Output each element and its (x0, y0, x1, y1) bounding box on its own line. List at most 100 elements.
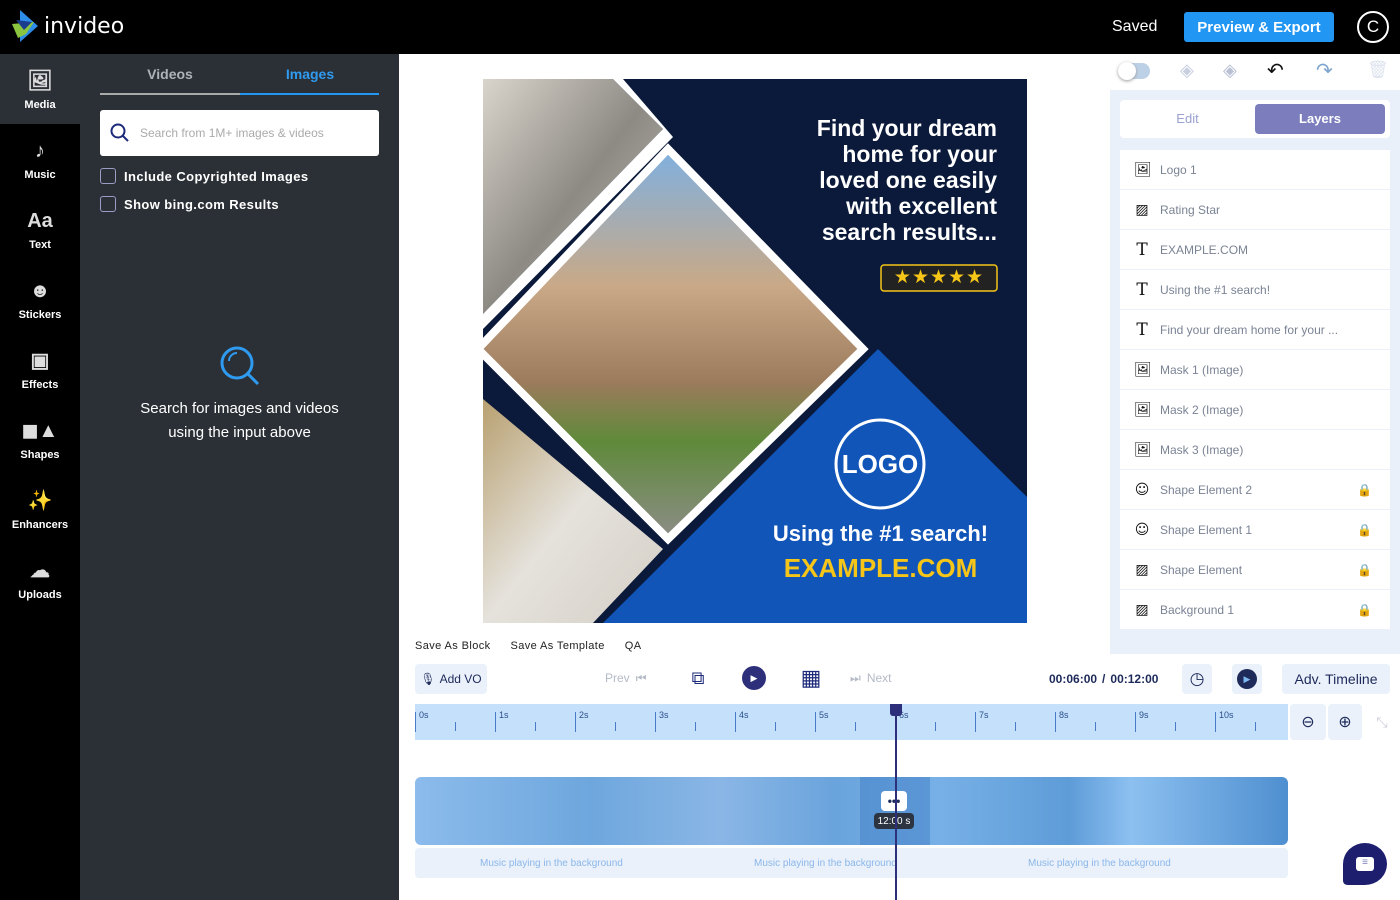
playhead[interactable] (890, 704, 902, 900)
music-label: Music playing in the background (754, 858, 897, 869)
grid-icon[interactable]: ▦ (799, 665, 823, 690)
tab-underline (100, 93, 240, 95)
logo-text[interactable]: LOGO (836, 449, 924, 480)
prev-button[interactable]: Prev ⏮ (605, 668, 647, 688)
layer-item[interactable]: ▨ Rating Star (1120, 190, 1390, 229)
design-canvas[interactable]: Find your dream home for your loved one ea… (472, 79, 1027, 623)
shapes-icon: ◼▲ (21, 420, 59, 442)
send-backward-icon[interactable]: ◈ (1223, 60, 1237, 81)
rail-item-stickers[interactable]: ☻ Stickers (0, 265, 80, 335)
ruler-minor-tick (855, 722, 856, 731)
history-icon[interactable]: ◷ (1182, 664, 1212, 694)
undo-icon[interactable]: ↶ (1267, 58, 1284, 83)
preview-export-button[interactable]: Preview & Export (1184, 12, 1334, 42)
layer-name: Using the #1 search! (1160, 282, 1271, 297)
ruler-tick (735, 712, 736, 732)
timeline-ruler[interactable]: 0s 1s 2s 3s 4s 5s 6s 7s 8s 9s 10s (415, 704, 1288, 740)
canvas-actions: Save As Block Save As Template QA (415, 640, 641, 652)
checkbox-label: Include Copyrighted Images (124, 168, 309, 184)
collapse-icon[interactable]: ⤡ (1370, 710, 1394, 734)
ruler-label: 10s (1219, 710, 1234, 720)
rail-item-effects[interactable]: ▣ Effects (0, 335, 80, 405)
media-icon: 🖼 (27, 70, 53, 92)
layer-shape-icon: ▨ (1135, 601, 1149, 618)
layer-image-icon: 🖼 (1134, 161, 1152, 178)
headline-line: home for your (842, 141, 997, 167)
ruler-label: 8s (1059, 710, 1069, 720)
clip-menu-button[interactable]: ••• (881, 791, 907, 811)
zoom-in-icon[interactable]: ⊕ (1328, 704, 1362, 740)
rail-item-media[interactable]: 🖼 Media (0, 55, 80, 125)
search-icon (110, 123, 129, 142)
rating-stars[interactable]: ★★★★★ (881, 265, 997, 291)
clip-duration: 12:00 s (874, 813, 914, 829)
tab-layers[interactable]: Layers (1255, 104, 1385, 134)
qa-link[interactable]: QA (625, 640, 642, 652)
tab-videos[interactable]: Videos (100, 66, 240, 82)
add-vo-button[interactable]: 🎙 Add VO (415, 664, 487, 694)
search-input[interactable]: Search from 1M+ images & videos (100, 110, 379, 156)
adv-timeline-button[interactable]: Adv. Timeline (1282, 664, 1390, 694)
preview-icon[interactable]: ⧉ (686, 666, 710, 690)
rail-item-shapes[interactable]: ◼▲ Shapes (0, 405, 80, 475)
ai-assist-button[interactable]: ▶ (1232, 664, 1262, 694)
include-copyrighted-checkbox[interactable]: Include Copyrighted Images (100, 168, 308, 184)
zoom-out-icon[interactable]: ⊖ (1290, 704, 1326, 740)
layer-text-icon: T (1136, 319, 1148, 340)
next-button[interactable]: ⏭ Next (850, 668, 892, 688)
layer-image-icon: 🖼 (1134, 441, 1152, 458)
next-label: Next (866, 671, 892, 685)
checkbox[interactable] (100, 196, 116, 212)
music-label: Music playing in the background (1028, 858, 1171, 869)
rail-label: Music (24, 169, 56, 181)
tagline-text[interactable]: Using the #1 search! (753, 521, 1008, 547)
tab-images[interactable]: Images (240, 66, 380, 82)
upload-icon: ☁ (30, 560, 50, 582)
skip-back-icon: ⏮ (635, 670, 647, 685)
save-as-template-link[interactable]: Save As Template (511, 640, 605, 652)
chat-button[interactable]: ≡ (1343, 843, 1387, 885)
layer-item[interactable]: 🖼 Logo 1 (1120, 150, 1390, 189)
toggle-switch[interactable] (1118, 62, 1150, 80)
lock-icon[interactable]: 🔒 (1357, 603, 1372, 617)
ruler-minor-tick (535, 722, 536, 731)
lock-icon[interactable]: 🔒 (1357, 483, 1372, 497)
lock-icon[interactable]: 🔒 (1357, 523, 1372, 537)
bring-forward-icon[interactable]: ◈ (1180, 60, 1194, 81)
rail-label: Enhancers (11, 519, 69, 531)
layer-item[interactable]: 🖼 Mask 1 (Image) (1120, 350, 1390, 389)
layer-item[interactable]: ☺ Shape Element 2 🔒 (1120, 470, 1390, 509)
music-track[interactable]: Music playing in the background Music pl… (415, 848, 1288, 878)
save-as-block-link[interactable]: Save As Block (415, 640, 491, 652)
tab-edit[interactable]: Edit (1120, 100, 1255, 138)
website-text[interactable]: EXAMPLE.COM (753, 553, 1008, 584)
video-clip[interactable]: ••• 12:00 s (415, 777, 1288, 845)
empty-line: using the input above (168, 424, 311, 441)
layer-item[interactable]: ☺ Shape Element 1 🔒 (1120, 510, 1390, 549)
playhead-handle[interactable] (890, 704, 902, 716)
layer-item[interactable]: T EXAMPLE.COM (1120, 230, 1390, 269)
invideo-logo-icon (12, 10, 38, 42)
redo-icon[interactable]: ↷ (1316, 58, 1333, 83)
rail-item-enhancers[interactable]: ✨ Enhancers (0, 475, 80, 545)
delete-icon[interactable]: 🗑 (1367, 60, 1389, 80)
layer-item[interactable]: 🖼 Mask 2 (Image) (1120, 390, 1390, 429)
user-avatar[interactable]: C (1357, 11, 1389, 43)
play-button[interactable]: ▶ (742, 666, 766, 690)
layer-item[interactable]: T Using the #1 search! (1120, 270, 1390, 309)
layer-item[interactable]: ▨ Shape Element 🔒 (1120, 550, 1390, 589)
lock-icon[interactable]: 🔒 (1357, 563, 1372, 577)
headline-text[interactable]: Find your dream home for your loved one ea… (817, 115, 997, 245)
layer-item[interactable]: 🖼 Mask 3 (Image) (1120, 430, 1390, 469)
panel-tabs: Edit Layers (1120, 100, 1390, 138)
rail-item-uploads[interactable]: ☁ Uploads (0, 545, 80, 615)
rail-item-text[interactable]: Aa Text (0, 195, 80, 265)
layer-item[interactable]: T Find your dream home for your ... (1120, 310, 1390, 349)
layer-item[interactable]: ▨ Background 1 🔒 (1120, 590, 1390, 629)
layer-name: Mask 2 (Image) (1160, 402, 1244, 417)
show-bing-checkbox[interactable]: Show bing.com Results (100, 196, 279, 212)
checkbox[interactable] (100, 168, 116, 184)
brand-logo[interactable]: invideo (12, 10, 124, 42)
layer-name: Background 1 (1160, 602, 1235, 617)
rail-item-music[interactable]: ♪ Music (0, 125, 80, 195)
